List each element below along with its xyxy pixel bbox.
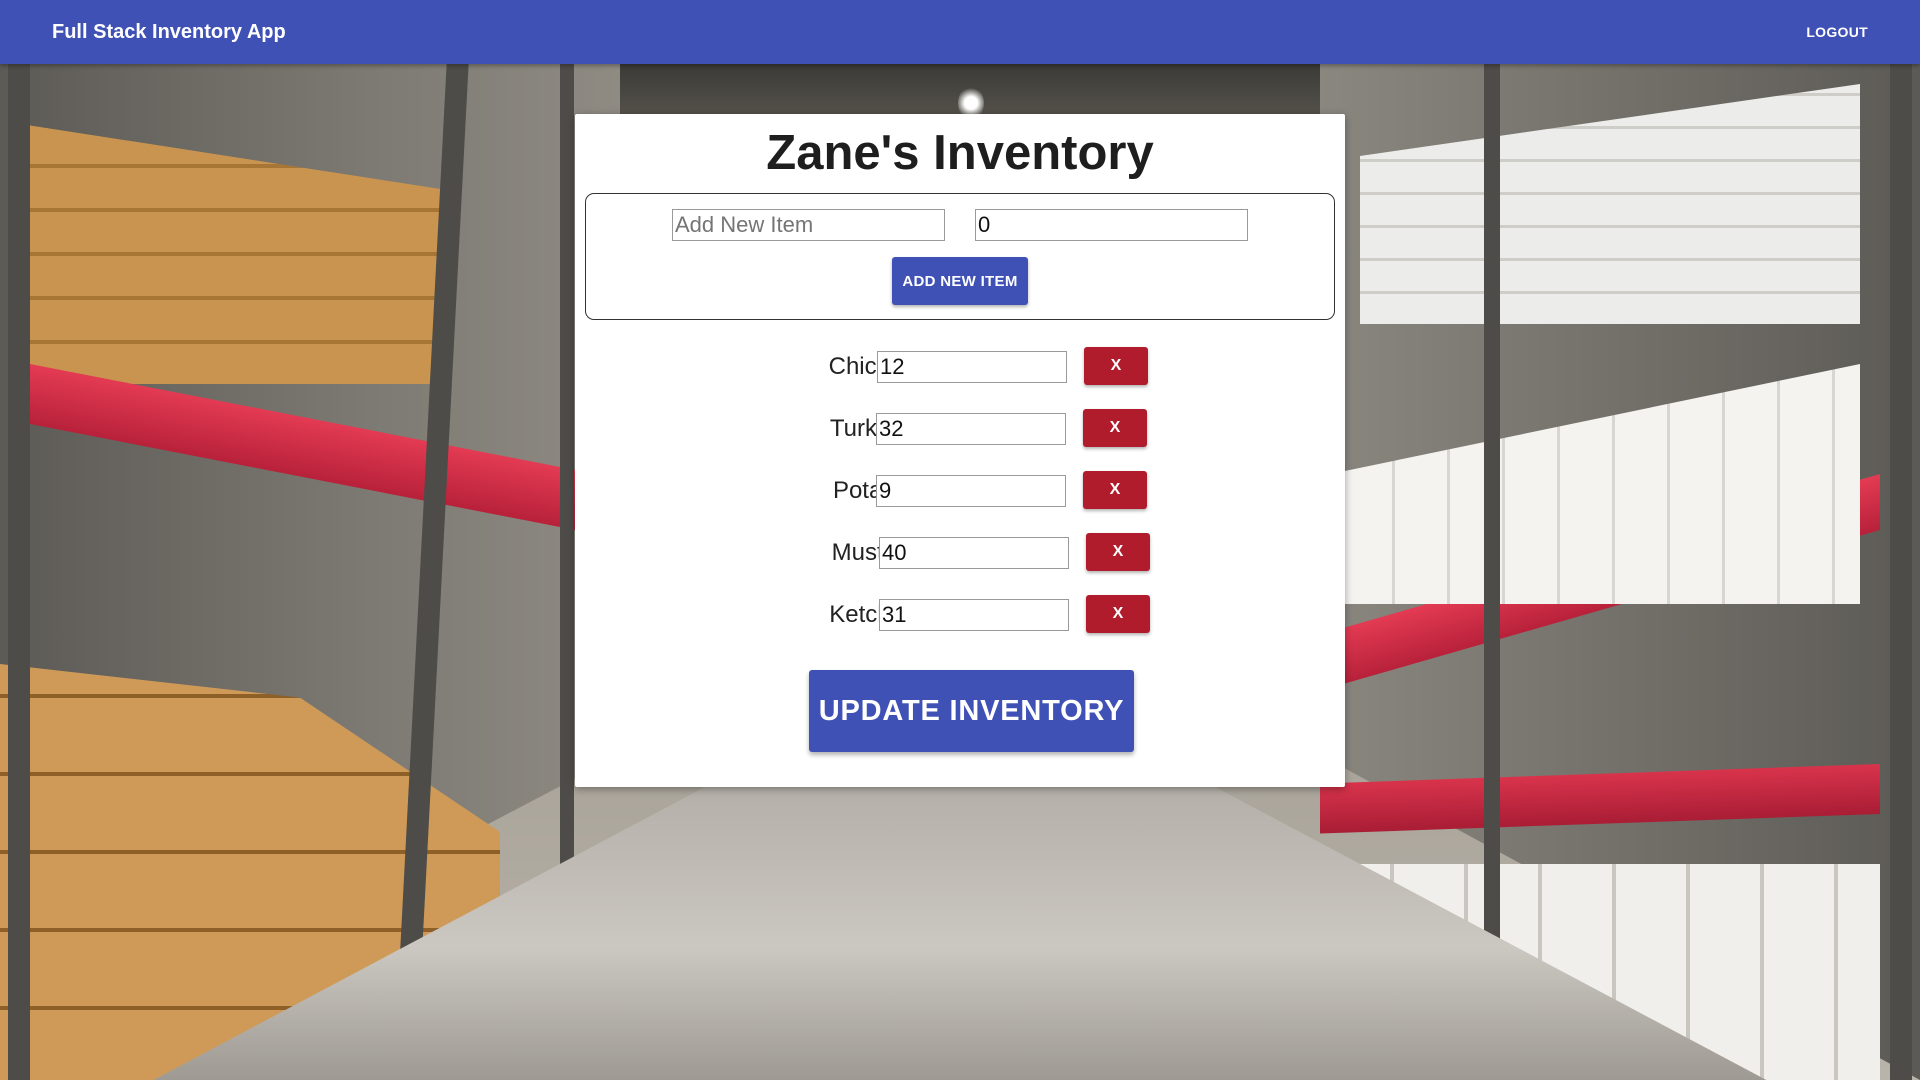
add-new-item-button[interactable]: ADD NEW ITEM (892, 257, 1028, 305)
page-title: Zane's Inventory (766, 126, 1154, 180)
inventory-card: Zane's Inventory ADD NEW ITEM Chicken: X… (575, 114, 1345, 787)
delete-item-button[interactable]: X (1083, 409, 1147, 447)
inventory-list: Chicken: X Turkeys: X Potatos: X Mustard… (575, 344, 1345, 654)
app-bar: Full Stack Inventory App LOGOUT (0, 0, 1920, 64)
delete-item-button[interactable]: X (1086, 595, 1150, 633)
item-quantity-input[interactable] (879, 599, 1069, 631)
item-quantity-input[interactable] (879, 537, 1069, 569)
rack-upright (1484, 64, 1500, 1080)
new-item-name-input[interactable] (672, 209, 945, 241)
app-title: Full Stack Inventory App (52, 21, 286, 43)
item-quantity-input[interactable] (877, 351, 1067, 383)
rack-upright (8, 64, 30, 1080)
delete-item-button[interactable]: X (1083, 471, 1147, 509)
delete-item-button[interactable]: X (1084, 347, 1148, 385)
list-item: Mustard: X (575, 530, 1345, 592)
new-item-quantity-input[interactable] (975, 209, 1248, 241)
item-quantity-input[interactable] (876, 413, 1066, 445)
add-item-form: ADD NEW ITEM (585, 193, 1335, 320)
list-item: Chicken: X (575, 344, 1345, 406)
update-inventory-button[interactable]: UPDATE INVENTORY (809, 670, 1134, 752)
list-item: Ketchup: X (575, 592, 1345, 654)
list-item: Potatos: X (575, 468, 1345, 530)
item-quantity-input[interactable] (876, 475, 1066, 507)
list-item: Turkeys: X (575, 406, 1345, 468)
delete-item-button[interactable]: X (1086, 533, 1150, 571)
logout-button[interactable]: LOGOUT (1806, 22, 1868, 42)
rack-upright (1890, 64, 1912, 1080)
